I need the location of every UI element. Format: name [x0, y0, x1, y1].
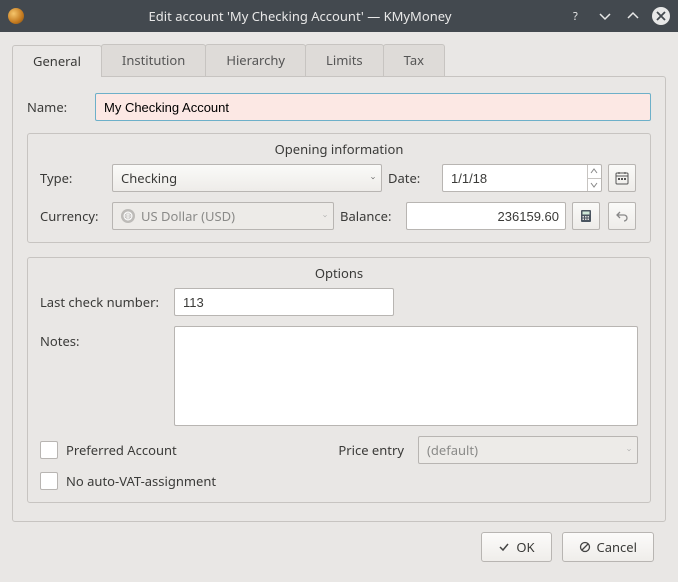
last-check-input-wrap: [174, 288, 394, 316]
date-step-down[interactable]: [588, 179, 601, 192]
maximize-button[interactable]: [624, 7, 642, 25]
globe-icon: [121, 209, 135, 223]
tab-panel-general: Name: Opening information Type: Checking…: [12, 76, 666, 522]
calculator-button[interactable]: [572, 202, 600, 230]
opening-title: Opening information: [28, 140, 650, 158]
chevron-down-icon: [615, 441, 631, 459]
window-body: General Institution Hierarchy Limits Tax…: [0, 32, 678, 574]
balance-label: Balance:: [340, 207, 400, 225]
price-entry-label: Price entry: [338, 441, 404, 459]
last-check-input[interactable]: [183, 295, 387, 310]
calendar-button[interactable]: [608, 164, 636, 192]
date-step-up[interactable]: [588, 165, 601, 179]
preferred-label: Preferred Account: [66, 441, 177, 459]
button-bar: OK Cancel: [12, 522, 666, 562]
date-label: Date:: [388, 169, 436, 187]
type-select[interactable]: Checking: [112, 164, 382, 192]
app-icon: [8, 8, 24, 24]
options-group: Options Last check number: Notes: Prefer…: [27, 257, 651, 503]
tab-general[interactable]: General: [12, 45, 102, 77]
tab-hierarchy[interactable]: Hierarchy: [205, 44, 306, 76]
window-title: Edit account 'My Checking Account' — KMy…: [32, 7, 568, 25]
tab-bar: General Institution Hierarchy Limits Tax: [12, 44, 666, 76]
balance-field[interactable]: [415, 209, 565, 224]
ok-label: OK: [516, 538, 534, 556]
ok-button[interactable]: OK: [481, 532, 551, 562]
options-title: Options: [28, 264, 650, 282]
type-value: Checking: [121, 169, 177, 187]
last-check-label: Last check number:: [40, 293, 164, 311]
titlebar: Edit account 'My Checking Account' — KMy…: [0, 0, 678, 32]
balance-input[interactable]: [406, 202, 566, 230]
currency-label: Currency:: [40, 207, 106, 225]
chevron-down-icon: [359, 169, 375, 187]
undo-icon: [615, 209, 629, 223]
date-field[interactable]: [451, 171, 587, 186]
svg-text:?: ?: [573, 10, 578, 22]
no-vat-label: No auto-VAT-assignment: [66, 472, 216, 490]
undo-button[interactable]: [608, 202, 636, 230]
tab-limits[interactable]: Limits: [305, 44, 384, 76]
price-entry-value: (default): [427, 441, 478, 459]
currency-select: US Dollar (USD): [112, 202, 334, 230]
cancel-icon: [579, 541, 591, 553]
name-input[interactable]: [95, 93, 651, 121]
name-label: Name:: [27, 98, 85, 116]
type-label: Type:: [40, 169, 106, 187]
tab-institution[interactable]: Institution: [101, 44, 206, 76]
cancel-label: Cancel: [597, 538, 637, 556]
preferred-checkbox[interactable]: [40, 441, 58, 459]
opening-group: Opening information Type: Checking Date:: [27, 133, 651, 243]
chevron-down-icon: [311, 207, 327, 225]
window-controls: ?: [568, 7, 670, 25]
help-button[interactable]: ?: [568, 7, 586, 25]
cancel-button[interactable]: Cancel: [562, 532, 654, 562]
currency-value: US Dollar (USD): [141, 207, 235, 225]
no-vat-checkbox[interactable]: [40, 472, 58, 490]
calendar-icon: [615, 171, 629, 185]
tab-tax[interactable]: Tax: [383, 44, 445, 76]
calculator-icon: [579, 209, 593, 223]
close-button[interactable]: [652, 7, 670, 25]
notes-label: Notes:: [40, 326, 164, 350]
check-icon: [498, 541, 510, 553]
price-entry-select: (default): [418, 436, 638, 464]
minimize-button[interactable]: [596, 7, 614, 25]
date-input[interactable]: [442, 164, 602, 192]
notes-textarea[interactable]: [174, 326, 638, 426]
